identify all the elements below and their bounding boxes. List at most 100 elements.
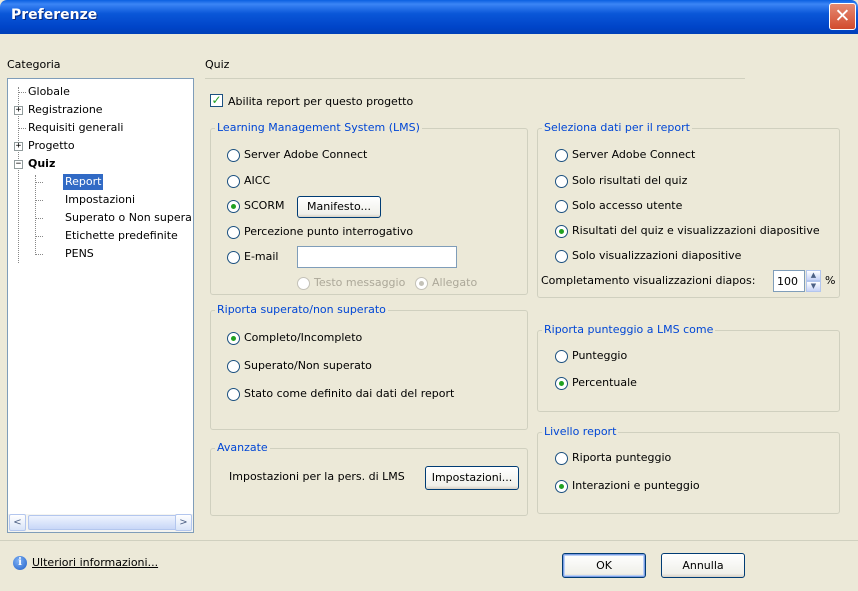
email-radio-attachment[interactable]: Allegato (415, 276, 477, 292)
radio-label: Superato/Non superato (244, 359, 372, 372)
tree-item-requisiti-generali[interactable]: Requisiti generali (28, 120, 123, 136)
radio-circle (227, 250, 240, 264)
radio-label: Interazioni e punteggio (572, 479, 700, 492)
data-radio-adobe-connect[interactable]: Server Adobe Connect (555, 148, 695, 164)
radio-circle (555, 451, 568, 465)
radio-circle (555, 479, 568, 493)
spin-down-icon[interactable]: ▼ (806, 281, 821, 292)
completion-label: Completamento visualizzazioni diapos: (541, 274, 756, 287)
radio-circle (227, 387, 240, 401)
radio-label: Allegato (432, 276, 478, 289)
radio-label: Riporta punteggio (572, 451, 672, 464)
tree-connector (36, 200, 43, 201)
radio-circle (297, 276, 310, 290)
tree-item-etichette[interactable]: Etichette predefinite (65, 228, 178, 244)
completion-input[interactable]: 100 (773, 270, 805, 292)
advanced-label: Impostazioni per la pers. di LMS (229, 470, 405, 483)
spin-up-icon[interactable]: ▲ (806, 270, 821, 281)
tree-item-pens[interactable]: PENS (65, 246, 94, 262)
cancel-button[interactable]: Annulla (661, 553, 745, 578)
passfail-radio-report-data[interactable]: Stato come definito dai dati del report (227, 387, 454, 403)
tree-item-report[interactable]: Report (63, 174, 104, 190)
lms-radio-aicc[interactable]: AICC (227, 174, 270, 190)
level-radio-score[interactable]: Riporta punteggio (555, 451, 671, 467)
expand-icon[interactable]: + (14, 106, 23, 115)
radio-label: Risultati del quiz e visualizzazioni dia… (572, 224, 820, 237)
score-radio-points[interactable]: Punteggio (555, 349, 627, 365)
scroll-left-button[interactable]: < (9, 514, 26, 531)
report-level-legend: Livello report (542, 425, 619, 438)
tree-connector (36, 182, 43, 183)
tree-guide-line (35, 175, 36, 255)
title-bar (0, 0, 858, 34)
tree-item-impostazioni[interactable]: Impostazioni (65, 192, 135, 208)
radio-label: Percentuale (572, 376, 637, 389)
tree-horizontal-scrollbar[interactable]: < > (8, 514, 193, 532)
lms-radio-question-mark[interactable]: Percezione punto interrogativo (227, 225, 413, 241)
radio-label: Punteggio (572, 349, 628, 362)
tree-connector (36, 236, 43, 237)
tree-connector (19, 128, 26, 129)
score-as-group (537, 330, 840, 412)
panel-divider (205, 78, 745, 79)
radio-label: Stato come definito dai dati del report (244, 387, 455, 400)
radio-label: E-mail (244, 250, 279, 263)
score-as-legend: Riporta punteggio a LMS come (542, 323, 716, 336)
data-radio-quiz-results[interactable]: Solo risultati del quiz (555, 174, 687, 190)
data-radio-results-and-slides[interactable]: Risultati del quiz e visualizzazioni dia… (555, 224, 820, 240)
radio-circle (415, 276, 428, 290)
lms-radio-adobe-connect[interactable]: Server Adobe Connect (227, 148, 367, 164)
radio-label: SCORM (244, 199, 285, 212)
scroll-thumb[interactable] (28, 515, 178, 530)
radio-circle (227, 225, 240, 239)
data-radio-slide-views[interactable]: Solo visualizzazioni diapositive (555, 249, 741, 265)
advanced-legend: Avanzate (215, 441, 270, 454)
tree-item-globale[interactable]: Globale (28, 84, 70, 100)
radio-circle (555, 249, 568, 263)
email-radio-message-text[interactable]: Testo messaggio (297, 276, 405, 292)
radio-circle (555, 349, 568, 363)
ok-button[interactable]: OK (562, 553, 646, 578)
tree-connector (19, 92, 26, 93)
passfail-radio-complete[interactable]: Completo/Incompleto (227, 331, 362, 347)
radio-label: Testo messaggio (314, 276, 406, 289)
category-label: Categoria (7, 58, 61, 71)
radio-circle (227, 199, 240, 213)
collapse-icon[interactable]: − (14, 160, 23, 169)
lms-settings-button[interactable]: Impostazioni... (425, 466, 519, 490)
tree-item-superato[interactable]: Superato o Non supera (65, 210, 192, 226)
tree-connector (36, 254, 43, 255)
close-button[interactable]: ✕ (829, 3, 856, 30)
score-radio-percent[interactable]: Percentuale (555, 376, 637, 392)
enable-report-checkbox[interactable]: ✓ (210, 94, 223, 107)
level-radio-interactions[interactable]: Interazioni e punteggio (555, 479, 700, 495)
tree-item-registrazione[interactable]: Registrazione (28, 102, 103, 118)
radio-circle (227, 359, 240, 373)
radio-label: AICC (244, 174, 271, 187)
lms-radio-scorm[interactable]: SCORM (227, 199, 284, 215)
radio-label: Server Adobe Connect (244, 148, 368, 161)
passfail-radio-passed[interactable]: Superato/Non superato (227, 359, 372, 375)
completion-unit: % (825, 274, 836, 287)
tree-item-progetto[interactable]: Progetto (28, 138, 75, 154)
data-radio-user-access[interactable]: Solo accesso utente (555, 199, 682, 215)
radio-label: Completo/Incompleto (244, 331, 363, 344)
email-field[interactable] (297, 246, 457, 268)
completion-spinner[interactable]: ▲ ▼ (806, 270, 821, 292)
more-info-link[interactable]: Ulteriori informazioni... (32, 556, 158, 569)
lms-radio-email[interactable]: E-mail (227, 250, 279, 266)
tree-connector (36, 218, 43, 219)
radio-label: Server Adobe Connect (572, 148, 696, 161)
expand-icon[interactable]: + (14, 142, 23, 151)
radio-circle (555, 174, 568, 188)
radio-label: Solo visualizzazioni diapositive (572, 249, 742, 262)
manifest-button[interactable]: Manifesto... (297, 196, 381, 218)
category-tree[interactable]: Globale + Registrazione Requisiti genera… (7, 78, 194, 533)
radio-circle (555, 199, 568, 213)
radio-label: Solo risultati del quiz (572, 174, 688, 187)
tree-item-quiz[interactable]: Quiz (28, 156, 55, 172)
radio-circle (227, 148, 240, 162)
scroll-right-button[interactable]: > (175, 514, 192, 531)
pass-fail-legend: Riporta superato/non superato (215, 303, 388, 316)
radio-circle (555, 376, 568, 390)
